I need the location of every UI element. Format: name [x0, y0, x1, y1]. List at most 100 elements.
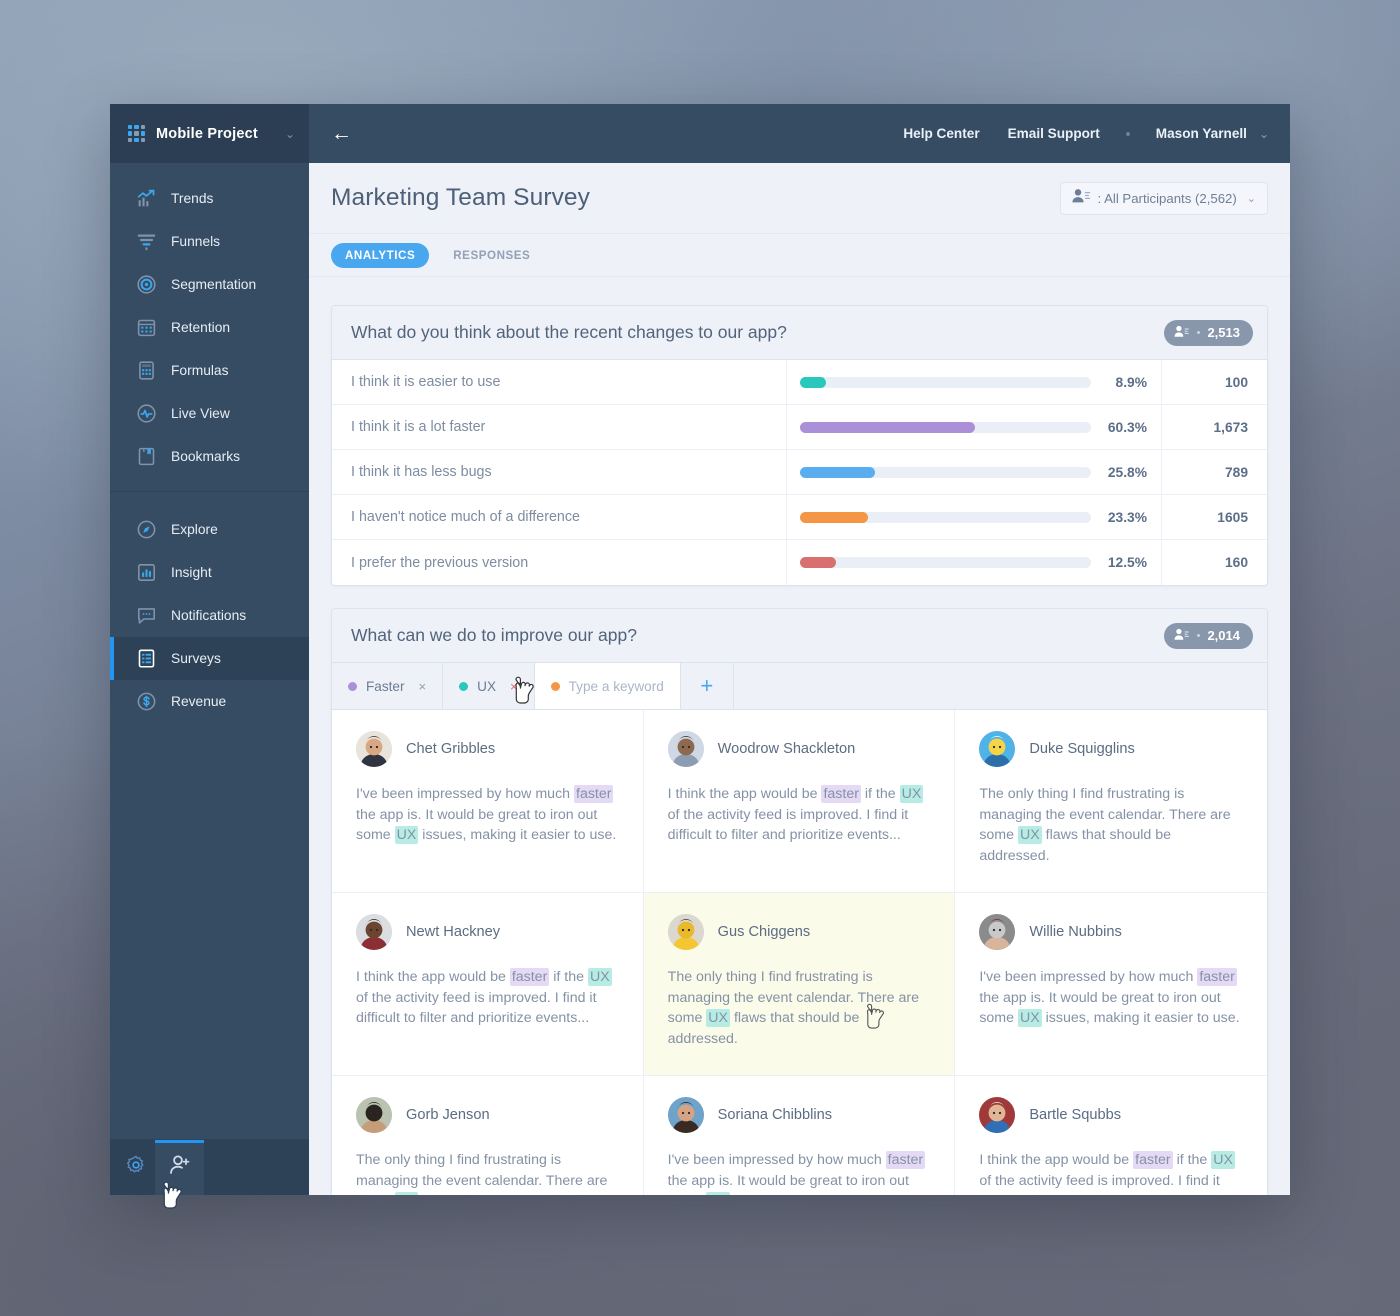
page-title: Marketing Team Survey: [331, 184, 591, 211]
answer-label: I think it is easier to use: [332, 360, 787, 404]
response-card[interactable]: Chet Gribbles I've been impressed by how …: [332, 710, 644, 893]
sidebar-item-label: Trends: [171, 191, 214, 206]
question-card-2: What can we do to improve our app? 2,014…: [331, 608, 1268, 1195]
add-user-icon: [168, 1153, 192, 1182]
respondent-name: Woodrow Shackleton: [717, 741, 856, 757]
sidebar-item-formulas[interactable]: Formulas: [110, 349, 309, 392]
sidebar-item-notifications[interactable]: Notifications: [110, 594, 309, 637]
keyword-color-dot: [459, 681, 469, 691]
avatar: [667, 731, 704, 767]
keyword-highlight-ux: UX: [899, 785, 924, 803]
response-card[interactable]: Woodrow Shackleton I think the app would …: [643, 710, 956, 893]
participants-selector[interactable]: : All Participants (2,562) ⌄: [1059, 181, 1268, 215]
project-selector[interactable]: Mobile Project ⌄: [110, 104, 309, 163]
formulas-icon: [136, 360, 157, 381]
tab-responses[interactable]: RESPONSES: [439, 243, 544, 268]
keyword-filter-bar: Faster × UX × Type a keyword +: [332, 663, 1267, 710]
respondent-count: 2,014: [1207, 628, 1240, 643]
top-bar: ← Help Center Email Support Mason Yarnel…: [309, 104, 1290, 163]
grid-icon: [128, 125, 145, 142]
response-header: Chet Gribbles: [356, 731, 619, 767]
respondent-name: Willie Nubbins: [1029, 924, 1122, 940]
answer-bar-cell: 8.9%: [787, 360, 1162, 404]
live-view-icon: [136, 403, 157, 424]
add-keyword-button[interactable]: +: [681, 663, 734, 709]
bar-track: [800, 511, 1091, 523]
answer-row: I prefer the previous version 12.5% 160: [332, 540, 1267, 585]
avatar: [356, 1097, 392, 1133]
response-card[interactable]: Newt Hackney I think the app would be fas…: [332, 893, 644, 1076]
settings-gear-icon: [125, 1154, 147, 1181]
keyword-highlight-ux: UX: [394, 826, 419, 844]
sidebar-item-retention[interactable]: Retention: [110, 306, 309, 349]
email-support-link[interactable]: Email Support: [994, 126, 1114, 141]
answer-percent: 60.3%: [1107, 419, 1147, 435]
badge-dot: [1197, 331, 1201, 334]
sidebar-item-surveys[interactable]: Surveys: [110, 637, 309, 680]
response-text: I've been impressed by how much faster t…: [356, 785, 617, 844]
responses-grid: Chet Gribbles I've been impressed by how …: [332, 710, 1267, 1195]
bookmarks-icon: [136, 446, 157, 467]
response-text: I've been impressed by how much faster t…: [979, 968, 1240, 1027]
sidebar-item-explore[interactable]: Explore: [110, 508, 309, 551]
bar-fill: [800, 557, 837, 568]
remove-keyword-icon[interactable]: ×: [419, 679, 427, 694]
person-icon: [1174, 325, 1190, 341]
sidebar-item-revenue[interactable]: Revenue: [110, 680, 309, 723]
help-center-link[interactable]: Help Center: [889, 126, 993, 141]
response-card[interactable]: Bartle Squbbs I think the app would be fa…: [955, 1076, 1267, 1195]
response-text: I think the app would be faster if the U…: [667, 785, 924, 843]
bar-chart-icon: [136, 562, 157, 583]
sidebar-item-bookmarks[interactable]: Bookmarks: [110, 435, 309, 478]
response-header: Newt Hackney: [356, 914, 619, 950]
title-row: Marketing Team Survey : All Participants…: [309, 163, 1290, 233]
respondent-count: 2,513: [1207, 325, 1240, 340]
sidebar-bottom-toolbar: [110, 1139, 309, 1195]
response-header: Willie Nubbins: [979, 914, 1243, 950]
keyword-color-dot: [550, 681, 560, 691]
question-2-header: What can we do to improve our app? 2,014: [332, 609, 1267, 663]
bar-fill: [800, 376, 826, 388]
keyword-input[interactable]: Type a keyword: [569, 679, 664, 694]
keyword-chip-ux[interactable]: UX ×: [443, 663, 535, 709]
response-card[interactable]: Willie Nubbins I've been impressed by how…: [955, 893, 1267, 1076]
response-card[interactable]: Gus Chiggens The only thing I find frustr…: [643, 893, 956, 1076]
tab-analytics[interactable]: ANALYTICS: [331, 242, 430, 268]
sidebar-item-label: Surveys: [171, 651, 221, 666]
remove-keyword-icon[interactable]: ×: [510, 679, 518, 694]
respondent-name: Bartle Squbbs: [1029, 1107, 1122, 1123]
bar-fill: [800, 421, 976, 433]
response-card[interactable]: Duke Squigglins The only thing I find fru…: [955, 710, 1267, 893]
chevron-down-icon[interactable]: ⌄: [1259, 127, 1269, 141]
respondent-name: Gorb Jenson: [406, 1107, 490, 1123]
answer-bar-cell: 60.3%: [787, 405, 1162, 449]
sidebar-item-segmentation[interactable]: Segmentation: [110, 263, 309, 306]
sidebar-item-label: Funnels: [171, 234, 221, 249]
sidebar-item-trends[interactable]: Trends: [110, 177, 309, 220]
question-2-title: What can we do to improve our app?: [351, 625, 637, 645]
response-card[interactable]: Gorb Jenson The only thing I find frustra…: [332, 1076, 644, 1195]
settings-gear-button[interactable]: [117, 1140, 155, 1195]
back-arrow-icon[interactable]: ←: [331, 123, 359, 144]
keyword-highlight-faster: faster: [821, 785, 861, 803]
sidebar-item-label: Insight: [171, 565, 212, 580]
response-header: Woodrow Shackleton: [667, 731, 931, 767]
keyword-input-chip[interactable]: Type a keyword: [534, 663, 681, 709]
user-menu-label[interactable]: Mason Yarnell: [1142, 126, 1247, 141]
sidebar-item-funnels[interactable]: Funnels: [110, 220, 309, 263]
sidebar-item-label: Retention: [171, 320, 231, 335]
trends-icon: [136, 188, 157, 209]
sidebar-item-live-view[interactable]: Live View: [110, 392, 309, 435]
keyword-highlight-faster: faster: [509, 968, 550, 986]
question-1-header: What do you think about the recent chang…: [332, 306, 1267, 360]
avatar: [979, 1097, 1016, 1133]
bar-track: [800, 466, 1091, 478]
sidebar-item-label: Revenue: [171, 694, 227, 709]
response-card[interactable]: Soriana Chibblins I've been impressed by …: [644, 1076, 956, 1195]
add-user-button[interactable]: [155, 1140, 204, 1195]
segmentation-icon: [136, 274, 157, 295]
response-header: Soriana Chibblins: [667, 1097, 931, 1133]
keyword-chip-faster[interactable]: Faster ×: [332, 663, 444, 709]
sidebar-bottom-filler: [204, 1140, 309, 1195]
sidebar-item-insight[interactable]: Insight: [110, 551, 309, 594]
